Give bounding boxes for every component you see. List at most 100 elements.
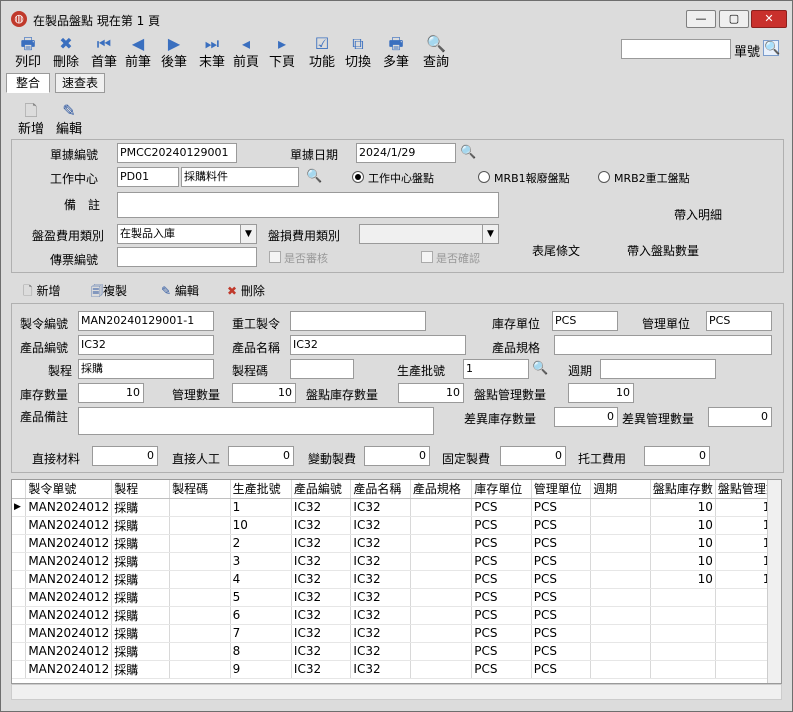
radio-work-center-count[interactable] [352,171,364,183]
table-cell[interactable] [410,606,473,625]
table-cell[interactable] [410,516,473,535]
tab-quick-table[interactable]: 速查表 [55,73,105,93]
table-row[interactable]: MAN2024012 採購 5 IC32 IC32 PCS PCS [12,588,781,607]
process-code-field[interactable] [290,359,354,379]
table-cell[interactable] [590,534,651,553]
table-cell[interactable] [650,642,716,661]
column-header[interactable]: 庫存單位 [471,480,532,499]
surplus-category-select[interactable]: 在製品入庫 ▼ [117,224,257,244]
minimize-button[interactable]: — [686,10,716,28]
table-cell[interactable] [410,498,473,517]
mgmt-unit-field[interactable]: PCS [706,311,772,331]
table-cell[interactable]: 6 [230,606,292,625]
toolbar-first-record-button[interactable]: ⏮ 首筆 [87,34,121,70]
direct-material-field[interactable]: 0 [92,446,158,466]
column-header[interactable]: 週期 [590,480,651,499]
column-header[interactable]: 產品規格 [410,480,473,499]
horizontal-scrollbar[interactable] [11,684,782,700]
table-cell[interactable] [410,660,473,679]
table-cell[interactable] [590,660,651,679]
process-field[interactable]: 採購 [78,359,214,379]
table-cell[interactable]: 3 [230,552,292,571]
table-cell[interactable]: IC32 [291,660,352,679]
toolbar-next-page-button[interactable]: ▸ 下頁 [265,34,299,70]
table-cell[interactable]: IC32 [291,606,352,625]
table-cell[interactable]: 採購 [111,642,171,661]
doc-date-field[interactable]: 2024/1/29 [356,143,456,163]
table-cell[interactable]: IC32 [291,642,352,661]
table-cell[interactable] [410,588,473,607]
table-cell[interactable]: 採購 [111,588,171,607]
table-cell[interactable]: PCS [471,606,532,625]
mo-field[interactable]: MAN20240129001-1 [78,311,214,331]
table-row[interactable]: MAN2024012 採購 6 IC32 IC32 PCS PCS [12,606,781,625]
table-cell[interactable]: PCS [531,660,592,679]
table-row[interactable]: MAN2024012採購3IC32IC32PCSPCS1010 [12,552,781,571]
table-row[interactable]: MAN2024012採購10IC32IC32PCSPCS1010 [12,516,781,535]
table-cell[interactable] [169,606,231,625]
table-cell[interactable] [169,516,231,535]
table-cell[interactable]: PCS [471,552,532,571]
tab-integrated[interactable]: 整合 [6,73,50,93]
table-cell[interactable]: IC32 [350,588,411,607]
table-cell[interactable]: PCS [471,516,532,535]
column-header[interactable]: 盤點庫存數 [650,480,716,499]
column-header[interactable]: 製令單號 [25,480,113,499]
table-cell[interactable] [169,552,231,571]
column-header[interactable]: 生產批號 [230,480,292,499]
table-cell[interactable]: 10 [650,552,716,571]
table-cell[interactable]: 採購 [111,552,171,571]
column-header[interactable]: 製程 [111,480,171,499]
stock-qty-field[interactable]: 10 [78,383,144,403]
detail-delete-button[interactable]: ✖ 刪除 [227,282,265,299]
table-cell[interactable]: 採購 [111,606,171,625]
confirmed-checkbox[interactable] [421,251,433,263]
close-button[interactable]: ✕ [751,10,787,28]
diff-stock-qty-field[interactable]: 0 [554,407,618,427]
table-cell[interactable]: 採購 [111,516,171,535]
table-row[interactable]: MAN2024012採購2IC32IC32PCSPCS1010 [12,534,781,553]
table-cell[interactable]: 採購 [111,660,171,679]
table-cell[interactable]: PCS [531,498,592,517]
table-cell[interactable]: MAN2024012 [25,552,113,571]
table-cell[interactable]: MAN2024012 [25,624,113,643]
table-cell[interactable]: PCS [531,588,592,607]
table-cell[interactable] [590,642,651,661]
toolbar-next-record-button[interactable]: ▶ 後筆 [157,34,191,70]
radio-mrb1-scrap[interactable] [478,171,490,183]
table-cell[interactable] [169,624,231,643]
table-cell[interactable] [590,498,651,517]
table-cell[interactable] [650,588,716,607]
count-mgmt-qty-field[interactable]: 10 [568,383,634,403]
table-cell[interactable]: MAN2024012 [25,516,113,535]
date-picker-icon[interactable]: 🔍 [460,145,476,161]
detail-copy-button[interactable]: 🗐複製 [91,282,127,303]
toolbar-delete-button[interactable]: ✖ 刪除 [49,34,83,70]
table-cell[interactable] [650,624,716,643]
table-cell[interactable]: 10 [230,516,292,535]
table-cell[interactable]: IC32 [291,570,352,589]
table-cell[interactable] [590,552,651,571]
order-no-search-input[interactable] [621,39,731,59]
table-cell[interactable]: 採購 [111,498,171,517]
table-cell[interactable]: IC32 [350,624,411,643]
table-cell[interactable]: 1 [230,498,292,517]
detail-new-button[interactable]: 🗋 新增 [23,282,61,303]
table-row[interactable]: MAN2024012 採購 9 IC32 IC32 PCS PCS [12,660,781,679]
direct-labor-field[interactable]: 0 [228,446,294,466]
table-cell[interactable] [410,552,473,571]
detail-grid[interactable]: 製令單號 製程 製程碼 生產批號 產品編號 產品名稱 產品規格 庫存單位 管理單位 週期 盤點庫存數… [11,479,782,684]
toolbar-printer-button[interactable]: 🖶 列印 [11,34,45,70]
table-cell[interactable]: IC32 [291,588,352,607]
prod-no-field[interactable]: IC32 [78,335,214,355]
table-cell[interactable]: 採購 [111,624,171,643]
import-count-qty-button[interactable]: 帶入盤點數量 [627,242,699,259]
table-cell[interactable]: PCS [471,570,532,589]
table-cell[interactable]: PCS [531,624,592,643]
loss-category-select[interactable]: ▼ [359,224,499,244]
table-cell[interactable]: PCS [531,606,592,625]
table-cell[interactable]: 10 [650,516,716,535]
table-cell[interactable]: IC32 [291,498,352,517]
table-cell[interactable]: 8 [230,642,292,661]
table-cell[interactable]: 5 [230,588,292,607]
